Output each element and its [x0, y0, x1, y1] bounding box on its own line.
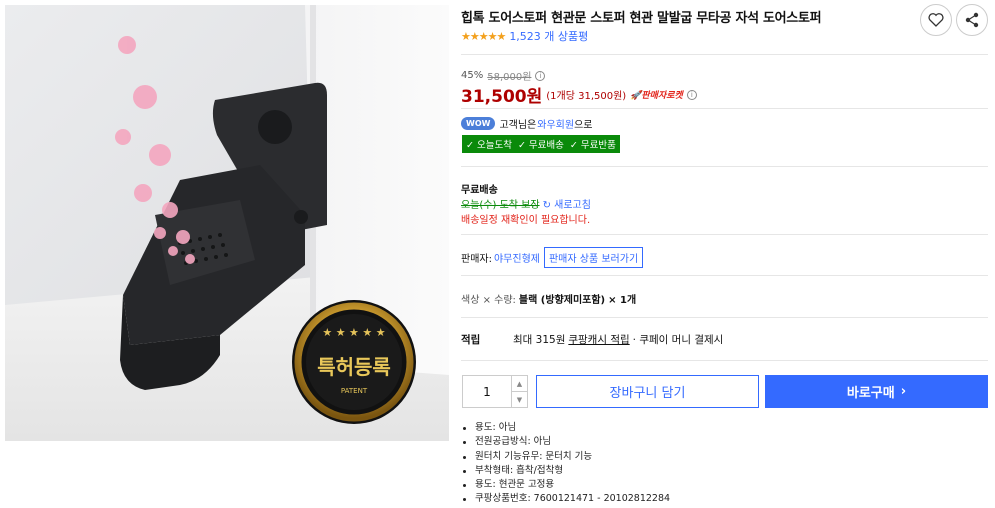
decrease-icon[interactable]: ▼ — [512, 391, 527, 407]
detail-item: 원터치 기능유무: 문터치 기능 — [461, 450, 670, 464]
review-count-link[interactable]: 1,523 개 상품평 — [509, 28, 588, 44]
seller-rocket-badge: 🚀판매자로켓 — [630, 91, 683, 101]
benefit-tag: ✓ 무료배송 — [517, 140, 564, 151]
increase-icon[interactable]: ▲ — [512, 376, 527, 391]
option-count: × 1개 — [608, 295, 637, 306]
refresh-icon: ↻ — [542, 200, 551, 211]
product-title: 힙톡 도어스토퍼 현관문 스토퍼 현관 말발굽 무타공 자석 도어스토퍼 — [461, 11, 822, 26]
option-label: 색상 × 수량: — [461, 295, 516, 306]
patent-badge-subtext: PATENT — [340, 387, 368, 395]
wow-badge: WOW — [461, 117, 496, 130]
benefit-tag: ✓ 무료반품 — [569, 140, 616, 151]
rating-stars: ★★★★★ — [461, 29, 506, 43]
add-to-cart-button[interactable]: 장바구니 담기 — [536, 375, 759, 408]
points-condition: · 쿠페이 머니 결제시 — [632, 334, 724, 346]
chevron-right-icon: › — [900, 384, 907, 399]
buy-now-button[interactable]: 바로구매 › — [765, 375, 988, 408]
wow-membership-line: WOW 고객님은 와우회원 으로 — [461, 116, 592, 131]
product-image[interactable]: ★ ★ ★ ★ ★ 특허등록 PATENT — [5, 5, 449, 441]
divider — [461, 275, 988, 276]
membership-text: 고객님은 — [499, 120, 537, 131]
divider — [461, 166, 988, 167]
price-line: 31,500원 (1개당 31,500원) 🚀판매자로켓 i — [461, 82, 697, 107]
original-price: 58,000원 — [487, 72, 532, 83]
unit-price: (1개당 31,500원) — [546, 91, 627, 102]
product-details-list: 용도: 아님 전원공급방식: 아님 원터치 기능유무: 문터치 기능 부착형태:… — [461, 421, 670, 507]
membership-text-after: 으로 — [574, 120, 593, 131]
sale-price: 31,500원 — [461, 87, 543, 107]
buy-now-label: 바로구매 — [846, 386, 895, 401]
points-label: 적립 — [461, 334, 481, 346]
detail-item: 용도: 현관문 고정용 — [461, 478, 670, 492]
divider — [461, 234, 988, 235]
share-icon — [965, 12, 979, 28]
seller-name-link[interactable]: 야무진형제 — [494, 250, 540, 265]
benefit-tags: ✓ 오늘도착 ✓ 무료배송 ✓ 무료반품 — [462, 135, 620, 153]
quantity-stepper[interactable]: 1 ▲ ▼ — [462, 375, 528, 408]
detail-item: 전원공급방식: 아님 — [461, 435, 670, 449]
shipping-warning: 배송일정 재확인이 필요합니다. — [461, 215, 591, 226]
patent-badge-text: 특허등록 — [317, 355, 391, 379]
discount-rate: 45% — [461, 70, 484, 81]
divider — [461, 108, 988, 109]
divider — [461, 360, 988, 361]
heart-icon — [928, 13, 944, 27]
benefit-tag: ✓ 오늘도착 — [466, 140, 512, 151]
points-amount: 최대 315원 — [513, 334, 566, 346]
coupang-cash-link[interactable]: 쿠팡캐시 적립 — [568, 332, 629, 347]
quantity-input[interactable]: 1 — [463, 376, 511, 407]
shipping-title: 무료배송 — [461, 185, 498, 196]
detail-item: 부착형태: 흡착/접착형 — [461, 464, 670, 478]
refresh-button[interactable]: ↻ 새로고침 — [543, 196, 591, 211]
wow-member-link[interactable]: 와우회원 — [537, 116, 574, 131]
seller-products-button[interactable]: 판매자 상품 보러가기 — [543, 247, 644, 268]
delivery-guarantee: 오늘(수) 도착 보장 — [461, 200, 540, 211]
wishlist-button[interactable] — [920, 4, 952, 36]
info-icon[interactable]: i — [535, 70, 546, 81]
option-value: 블랙 (방향제미포함) — [518, 295, 606, 306]
divider — [461, 54, 988, 55]
selected-option: 색상 × 수량: 블랙 (방향제미포함) × 1개 — [461, 291, 636, 306]
info-icon[interactable]: i — [686, 89, 697, 100]
share-button[interactable] — [956, 4, 988, 36]
seller-label: 판매자: — [461, 254, 492, 265]
rating-row[interactable]: ★★★★★ 1,523 개 상품평 — [461, 28, 588, 44]
points-row: 적립 최대 315원 쿠팡캐시 적립 · 쿠페이 머니 결제시 — [461, 332, 723, 347]
svg-text:★ ★ ★ ★ ★: ★ ★ ★ ★ ★ — [322, 326, 385, 339]
discount-line: 45% 58,000원 i — [461, 68, 546, 83]
shipping-line: 오늘(수) 도착 보장 ↻ 새로고침 — [461, 196, 591, 211]
seller-row: 판매자: 야무진형제 판매자 상품 보러가기 — [461, 247, 644, 268]
detail-item: 쿠팡상품번호: 7600121471 - 20102812284 — [461, 492, 670, 506]
divider — [461, 317, 988, 318]
detail-item: 용도: 아님 — [461, 421, 670, 435]
